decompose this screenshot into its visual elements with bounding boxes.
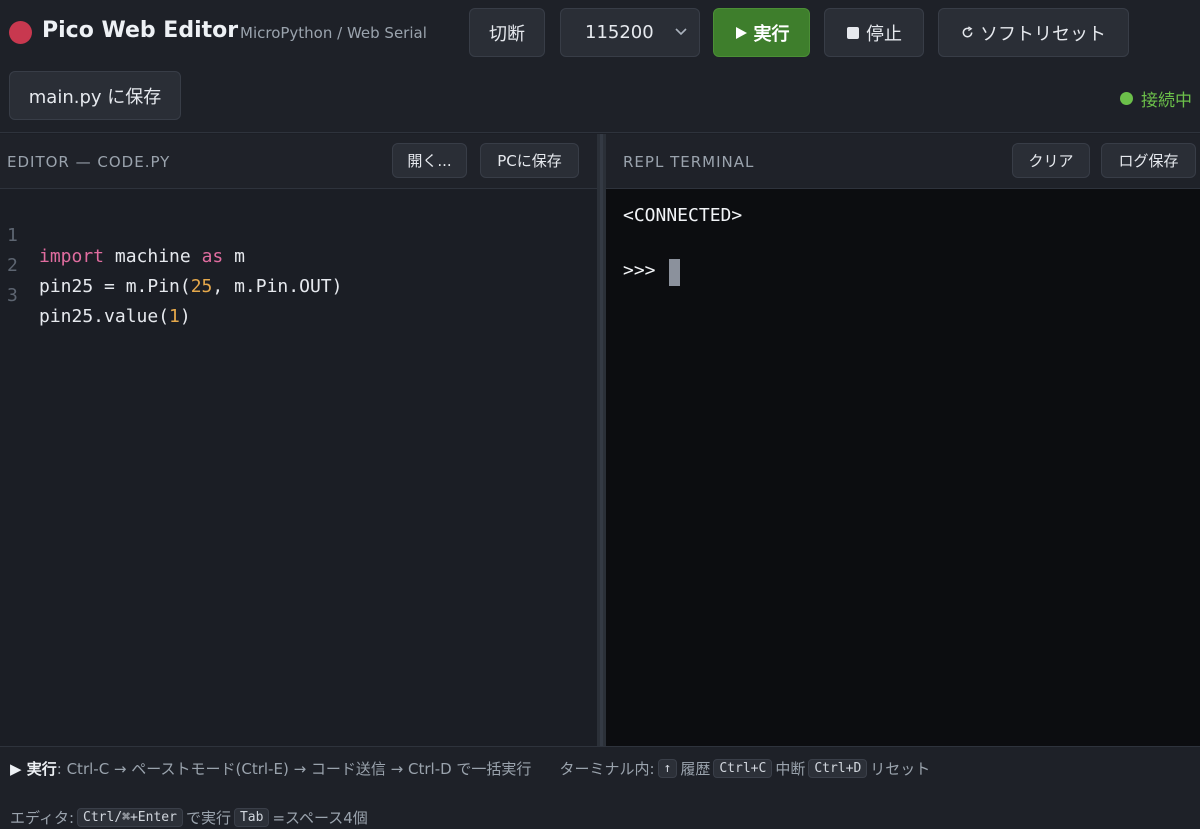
interrupt-label: 中断 bbox=[775, 760, 806, 778]
run-shortcut-key: Ctrl/⌘+Enter bbox=[77, 808, 183, 827]
clear-terminal-label: クリア bbox=[1028, 152, 1074, 170]
editor-title: EDITOR — CODE.PY bbox=[7, 153, 171, 171]
connection-status: 接続中 bbox=[1120, 86, 1192, 111]
terminal-prompt: >>> bbox=[623, 260, 667, 281]
line-code: pin25 = m.Pin(25, m.Pin.OUT) bbox=[39, 276, 342, 297]
keyword-token: as bbox=[201, 246, 224, 267]
app-subtitle: MicroPython / Web Serial bbox=[240, 24, 427, 42]
tab-label: =スペース4個 bbox=[272, 809, 368, 827]
code-line: 2 pin25 = m.Pin(25, m.Pin.OUT) bbox=[0, 234, 342, 297]
save-to-pc-label: PCに保存 bbox=[497, 152, 562, 170]
play-icon bbox=[735, 26, 747, 39]
disconnect-label: 切断 bbox=[489, 23, 525, 45]
app-title: Pico Web Editor bbox=[42, 18, 239, 43]
tab-key: Tab bbox=[233, 808, 270, 827]
save-log-label: ログ保存 bbox=[1118, 152, 1179, 170]
soft-reset-label: ソフトリセット bbox=[980, 23, 1106, 45]
baud-rate-value: 115200 bbox=[585, 22, 654, 43]
help-run-title: ▶ 実行 bbox=[10, 760, 57, 778]
line-number: 3 bbox=[7, 285, 18, 306]
number-token: 25 bbox=[190, 276, 213, 297]
open-file-label: 開く... bbox=[407, 152, 452, 170]
stop-button[interactable]: 停止 bbox=[824, 8, 924, 57]
disconnect-button[interactable]: 切断 bbox=[469, 8, 545, 57]
save-log-button[interactable]: ログ保存 bbox=[1101, 143, 1196, 178]
help-run-desc: : Ctrl-C → ペーストモード(Ctrl-E) → コード送信 → Ctr… bbox=[56, 760, 532, 778]
history-key: ↑ bbox=[657, 759, 678, 778]
terminal-cursor bbox=[669, 259, 680, 286]
terminal-header: REPL TERMINAL クリア ログ保存 bbox=[606, 134, 1200, 189]
run-shortcut-label: で実行 bbox=[185, 809, 231, 827]
open-file-button[interactable]: 開く... bbox=[392, 143, 467, 178]
line-code: pin25.value(1) bbox=[39, 306, 191, 327]
code-token: ) bbox=[179, 306, 191, 327]
run-label: 実行 bbox=[753, 23, 790, 45]
help-terminal-prefix: ターミナル内: bbox=[559, 760, 655, 778]
number-token: 1 bbox=[169, 306, 180, 327]
status-label: 接続中 bbox=[1141, 91, 1192, 111]
save-to-device-button[interactable]: main.py に保存 bbox=[9, 71, 181, 120]
help-editor-prefix: エディタ: bbox=[10, 809, 75, 827]
code-token: pin25.value( bbox=[39, 306, 170, 327]
reset-key: Ctrl+D bbox=[808, 759, 868, 778]
stop-label: 停止 bbox=[866, 23, 902, 45]
save-to-pc-button[interactable]: PCに保存 bbox=[480, 143, 579, 178]
refresh-icon bbox=[962, 26, 973, 38]
help-row-run: ▶ 実行 : Ctrl-C → ペーストモード(Ctrl-E) → コード送信 … bbox=[10, 758, 930, 779]
logo-dot-icon bbox=[9, 21, 32, 44]
status-dot-icon bbox=[1120, 92, 1133, 105]
reset-label: リセット bbox=[870, 760, 931, 778]
interrupt-key: Ctrl+C bbox=[713, 759, 773, 778]
keyword-token: import bbox=[39, 246, 105, 267]
editor-header: EDITOR — CODE.PY 開く... PCに保存 bbox=[0, 134, 597, 189]
toolbar: Pico Web Editor MicroPython / Web Serial… bbox=[0, 0, 1200, 133]
code-editor[interactable]: 1 import machine as m 2 pin25 = m.Pin(25… bbox=[0, 189, 597, 746]
code-line: 3 pin25.value(1) bbox=[0, 264, 191, 327]
pane-resize-handle[interactable] bbox=[597, 134, 606, 746]
terminal-line: <CONNECTED> bbox=[623, 205, 743, 226]
code-token: machine bbox=[104, 246, 202, 267]
code-token: pin25 = m.Pin( bbox=[39, 276, 191, 297]
code-token: m bbox=[223, 246, 245, 267]
terminal-title: REPL TERMINAL bbox=[623, 153, 755, 171]
repl-terminal[interactable]: <CONNECTED> >>> bbox=[606, 189, 1200, 746]
clear-terminal-button[interactable]: クリア bbox=[1012, 143, 1090, 178]
help-footer: ▶ 実行 : Ctrl-C → ペーストモード(Ctrl-E) → コード送信 … bbox=[0, 746, 1200, 829]
run-button[interactable]: 実行 bbox=[713, 8, 810, 57]
line-code: import machine as m bbox=[39, 246, 245, 267]
code-line: 1 import machine as m bbox=[0, 204, 245, 267]
help-row-editor: エディタ: Ctrl/⌘+Enter で実行 Tab =スペース4個 bbox=[10, 807, 368, 828]
baud-rate-select[interactable]: 115200 bbox=[560, 8, 700, 57]
history-label: 履歴 bbox=[680, 760, 711, 778]
stop-square-icon bbox=[847, 26, 859, 39]
chevron-down-icon bbox=[675, 28, 687, 36]
code-token: , m.Pin.OUT) bbox=[212, 276, 343, 297]
soft-reset-button[interactable]: ソフトリセット bbox=[938, 8, 1129, 57]
save-to-device-label: main.py に保存 bbox=[28, 86, 162, 108]
